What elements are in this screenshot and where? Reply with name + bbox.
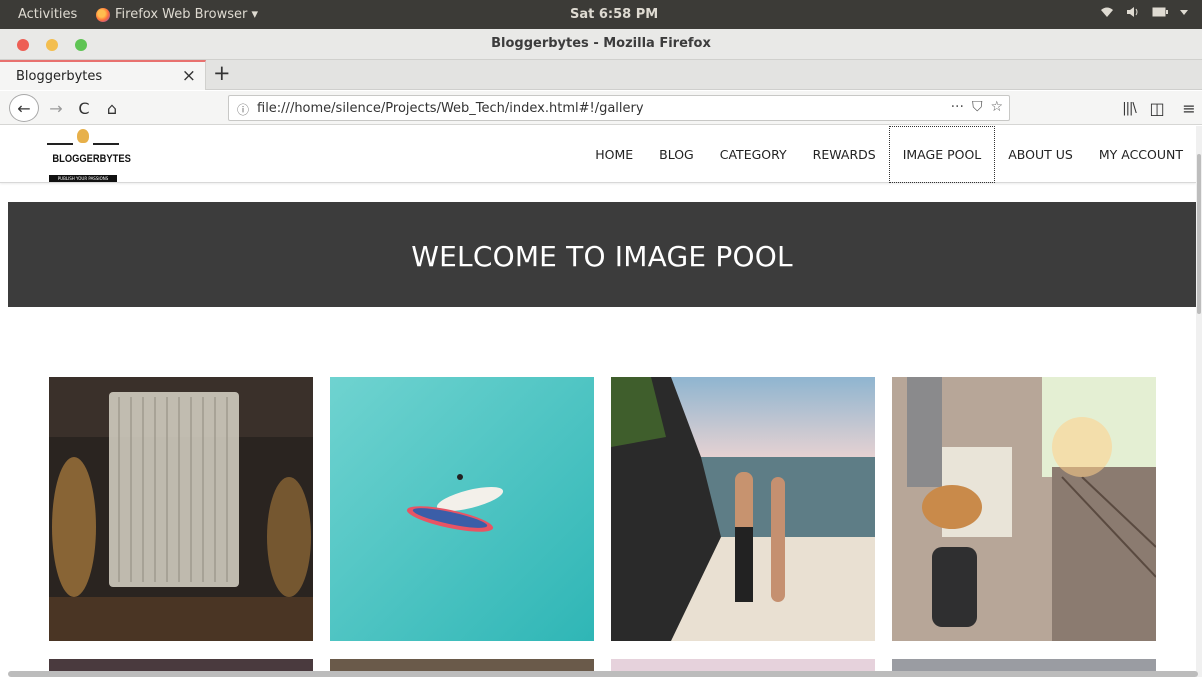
page-viewport: BLOGGERBYTES PUBLISH YOUR PASSIONS HOME … [0,126,1202,677]
app-menu[interactable]: Firefox Web Browser ▾ [96,7,258,22]
page-actions-icon[interactable]: ··· [951,99,964,115]
bookmark-star-icon[interactable]: ☆ [990,99,1003,115]
vertical-scrollbar[interactable] [1196,126,1202,677]
wifi-icon [1100,6,1114,22]
system-status-area[interactable] [1100,6,1188,22]
horizontal-scrollbar[interactable] [8,671,1198,677]
new-tab-button[interactable]: + [210,61,234,85]
volume-icon [1126,6,1140,22]
logo-tagline: PUBLISH YOUR PASSIONS [49,175,117,182]
site-info-icon[interactable]: ⓘ [237,101,249,118]
navigation-toolbar: ← → C ⌂ ⓘ file:///home/silence/Projects/… [0,91,1202,125]
firefox-icon [96,7,110,22]
window-title: Bloggerbytes - Mozilla Firefox [491,36,711,51]
vertical-scroll-thumb[interactable] [1197,154,1201,314]
site-logo[interactable]: BLOGGERBYTES PUBLISH YOUR PASSIONS [47,129,131,183]
nav-home[interactable]: HOME [582,126,646,183]
nav-category[interactable]: CATEGORY [707,126,800,183]
tab-label: Bloggerbytes [16,69,103,84]
tab-close-icon[interactable]: × [182,66,196,86]
tab-bloggerbytes[interactable]: Bloggerbytes × [0,60,206,90]
home-button[interactable]: ⌂ [101,95,123,121]
url-text[interactable]: file:///home/silence/Projects/Web_Tech/i… [257,101,644,116]
dropdown-icon [1180,6,1188,22]
activities-button[interactable]: Activities [18,7,77,22]
url-bar[interactable]: ⓘ file:///home/silence/Projects/Web_Tech… [228,95,1010,121]
window-titlebar: Bloggerbytes - Mozilla Firefox [0,29,1202,60]
gallery-image-hanging-lamps[interactable] [49,377,313,641]
app-menu-label: Firefox Web Browser ▾ [115,7,258,22]
site-header: BLOGGERBYTES PUBLISH YOUR PASSIONS HOME … [0,126,1196,183]
gallery-image-couple-on-beach[interactable] [611,377,875,641]
nav-image-pool[interactable]: IMAGE POOL [888,126,996,183]
sidebar-icon[interactable]: ◫ [1146,95,1168,121]
nav-blog[interactable]: BLOG [646,126,707,183]
reload-button[interactable]: C [73,95,95,121]
system-top-panel: Activities Firefox Web Browser ▾ Sat 6:5… [0,0,1202,29]
nav-about-us[interactable]: ABOUT US [995,126,1086,183]
logo-flame-icon [77,129,89,143]
back-button[interactable]: ← [9,94,39,122]
gallery-image-traveler-railway[interactable] [892,377,1156,641]
nav-my-account[interactable]: MY ACCOUNT [1086,126,1196,183]
clock[interactable]: Sat 6:58 PM [570,7,658,22]
battery-icon [1152,6,1168,22]
hero-banner: WELCOME TO IMAGE POOL [8,202,1196,307]
nav-rewards[interactable]: REWARDS [800,126,889,183]
hero-title: WELCOME TO IMAGE POOL [411,240,793,273]
pocket-icon[interactable]: ⛉ [972,99,983,115]
site-navigation: HOME BLOG CATEGORY REWARDS IMAGE POOL AB… [582,126,1196,183]
library-icon[interactable]: |||\ [1118,95,1140,121]
tab-strip: Bloggerbytes × + [0,60,1202,90]
hamburger-menu-icon[interactable]: ≡ [1178,95,1200,121]
forward-button[interactable]: → [45,95,67,121]
logo-text: BLOGGERBYTES [52,153,131,165]
gallery-image-paddleboards[interactable] [330,377,594,641]
